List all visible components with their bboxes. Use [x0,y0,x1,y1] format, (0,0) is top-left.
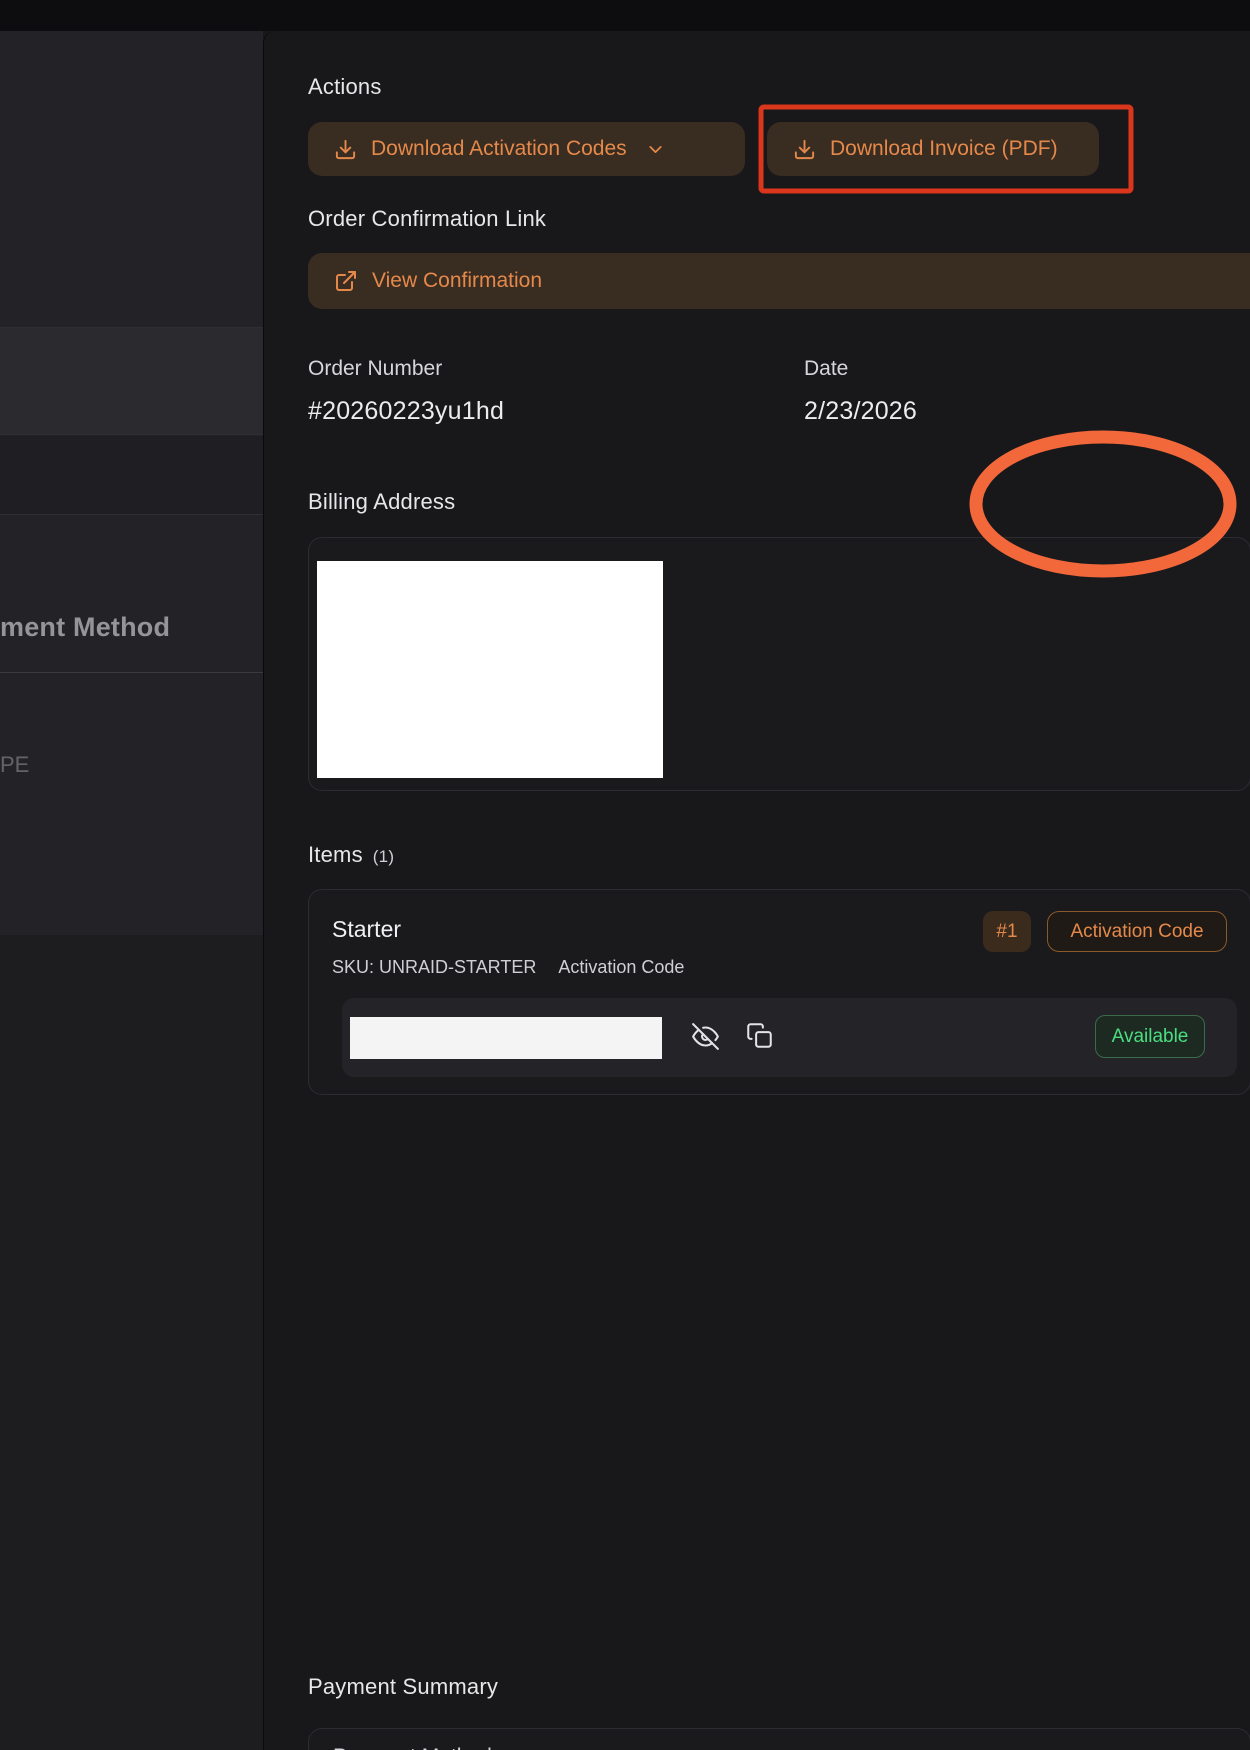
payment-summary-heading: Payment Summary [308,1674,498,1700]
download-activation-codes-button[interactable]: Download Activation Codes [308,122,745,176]
eye-off-icon [692,1023,719,1050]
processor-text-partial: PE [0,752,29,778]
background-page: ment Method PE [0,31,263,1750]
item-name: Starter [332,916,401,943]
date-label: Date [804,357,848,381]
copy-icon [746,1022,773,1049]
items-heading: Items (1) [308,842,394,868]
toggle-code-visibility-button[interactable] [692,1023,719,1050]
view-confirmation-label: View Confirmation [372,269,542,293]
download-icon [334,138,357,161]
payment-method-heading-partial: ment Method [0,612,263,643]
payment-summary-card: Payment Method [308,1728,1250,1750]
order-details-screen: ment Method PE Actions Download Activati… [0,0,1250,1750]
activation-code-panel: Available [342,998,1237,1077]
item-index-badge: #1 [983,911,1031,952]
background-lower-area [0,935,263,1750]
items-count: (1) [373,847,394,866]
payment-method-label-partial: Payment Method [333,1745,492,1750]
view-confirmation-button[interactable]: View Confirmation [308,253,1250,309]
activation-code-redacted [350,1017,662,1059]
order-drawer: Actions Download Activation Codes Downlo… [263,31,1250,1750]
download-invoice-button[interactable]: Download Invoice (PDF) [767,122,1099,176]
item-type-badge: Activation Code [1047,911,1227,952]
order-number-label: Order Number [308,357,442,381]
date-value: 2/23/2026 [804,397,917,426]
divider [0,672,263,673]
download-activation-codes-label: Download Activation Codes [371,137,627,161]
download-icon [793,138,816,161]
download-invoice-label: Download Invoice (PDF) [830,137,1058,161]
copy-code-button[interactable] [746,1022,773,1049]
item-card: Starter SKU: UNRAID-STARTER Activation C… [308,889,1250,1095]
item-sku: SKU: UNRAID-STARTER [332,957,536,978]
top-bar [0,0,1250,31]
actions-heading: Actions [308,74,382,100]
billing-address-redacted [317,561,663,778]
confirmation-link-heading: Order Confirmation Link [308,206,546,232]
billing-address-heading: Billing Address [308,489,455,515]
item-type: Activation Code [558,957,684,978]
background-selected-row[interactable] [0,327,263,435]
item-sku-row: SKU: UNRAID-STARTER Activation Code [332,957,684,978]
background-row[interactable] [0,436,263,515]
items-heading-label: Items [308,842,363,867]
availability-badge: Available [1095,1015,1205,1058]
external-link-icon [334,269,358,293]
billing-address-card [308,537,1250,791]
chevron-down-icon [645,139,666,160]
order-number-value: #20260223yu1hd [308,397,504,426]
